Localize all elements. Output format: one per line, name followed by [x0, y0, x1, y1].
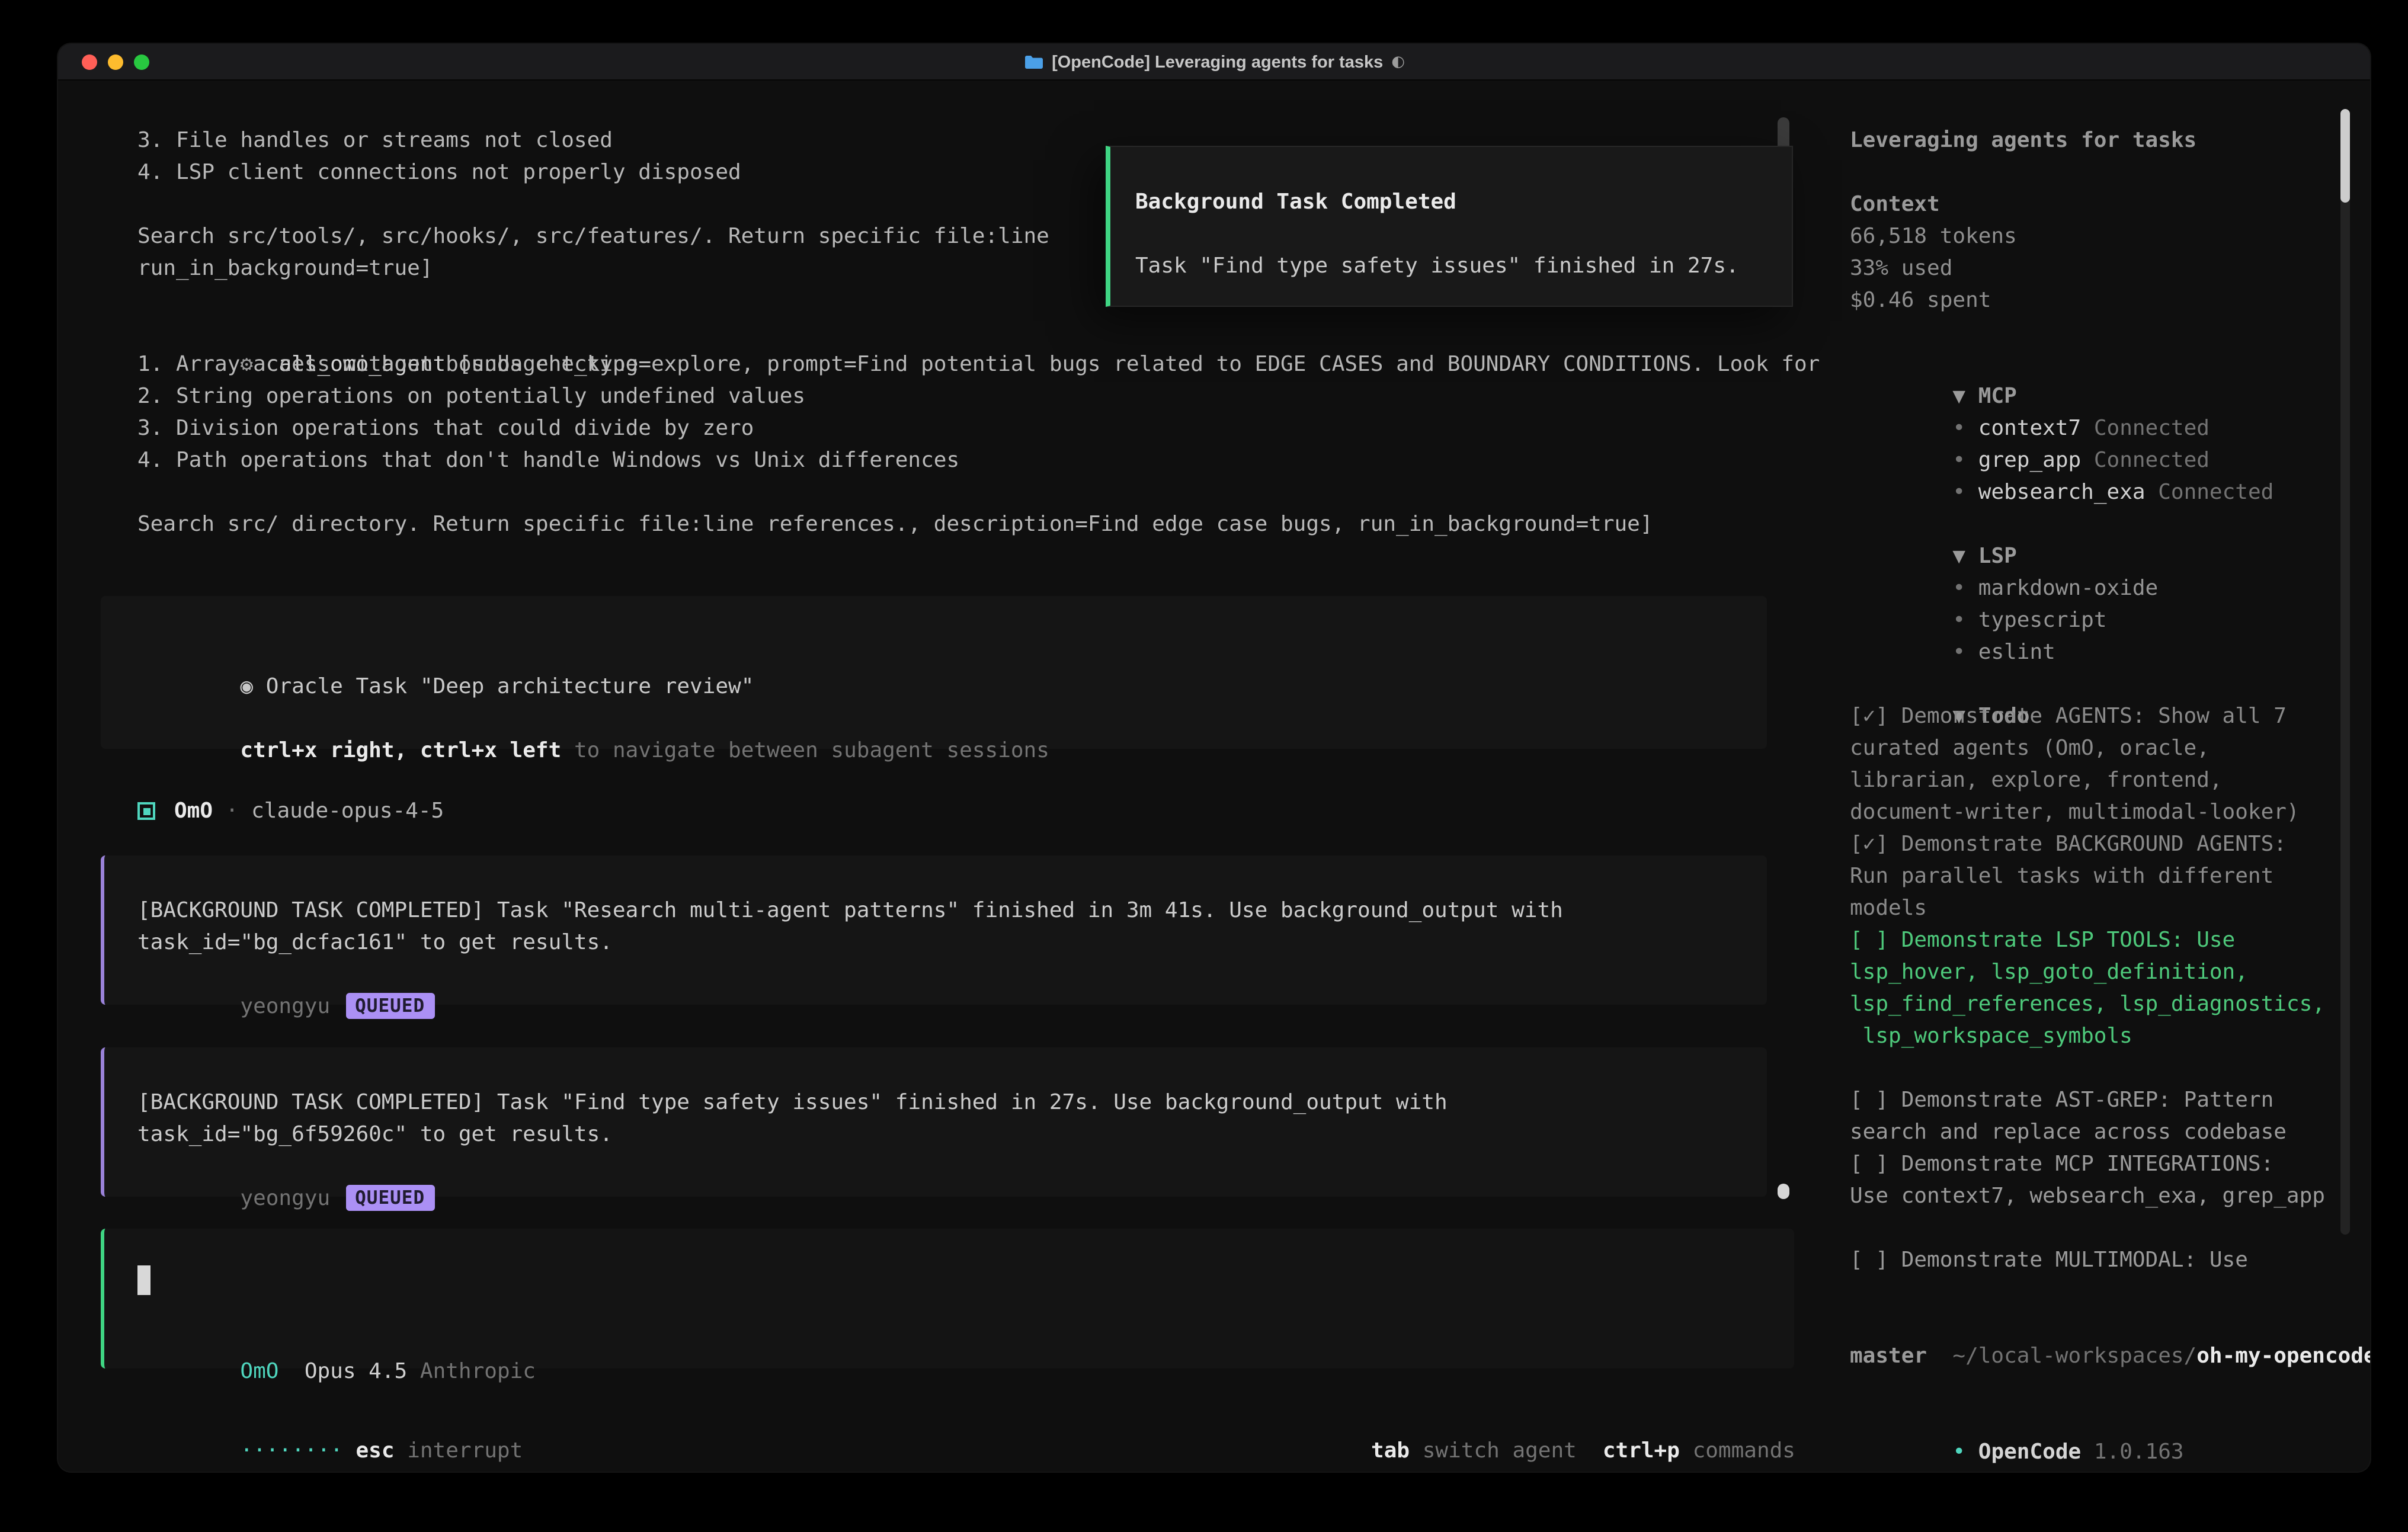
tab-key-label: switch agent — [1410, 1438, 1577, 1463]
bullet-icon: • — [1952, 415, 1965, 440]
terminal-text-block: 3. File handles or streams not closed4. … — [137, 124, 741, 188]
tool-call-block: ⚙ call_omo_agent [subagent_type=explore,… — [137, 316, 1820, 476]
sidebar-scrollbar-thumb[interactable] — [2340, 109, 2350, 203]
esc-key-label: interrupt — [395, 1438, 523, 1463]
context-stats: 66,518 tokens33% used$0.46 spent — [1850, 220, 2338, 316]
bullet-icon: • — [1952, 1439, 1965, 1464]
input-provider-name: Anthropic — [420, 1359, 536, 1384]
todo-item-done: [✓] Demonstrate BACKGROUND AGENTS:Run pa… — [1850, 828, 2338, 924]
todo-item-pending: [ ] Demonstrate MULTIMODAL: Use — [1850, 1243, 2338, 1275]
todo-item-pending: [ ] Demonstrate AST-GREP: Patternsearch … — [1850, 1084, 2338, 1148]
bullet-icon: • — [1952, 479, 1965, 504]
message-line: task_id="bg_dcfac161" to get results. — [137, 926, 1767, 958]
oracle-task-title: Oracle Task "Deep architecture review" — [266, 674, 754, 699]
esc-key-hint: esc — [343, 1438, 395, 1463]
message-line: [BACKGROUND TASK COMPLETED] Task "Find t… — [137, 1086, 1767, 1118]
context-heading: Context — [1850, 188, 2338, 220]
folder-icon — [1023, 55, 1043, 70]
notification-body: Task "Find type safety issues" finished … — [1135, 250, 1792, 282]
collapse-arrow-icon: ▼ — [1952, 543, 1965, 568]
collapse-arrow-icon: ▼ — [1952, 383, 1965, 408]
terminal-text-block: Search src/tools/, src/hooks/, src/featu… — [137, 220, 1049, 284]
queued-badge: QUEUED — [345, 1184, 434, 1210]
bullet-icon: • — [1952, 607, 1965, 632]
prompt-input[interactable]: OmO Opus 4.5 Anthropic — [100, 1229, 1794, 1368]
mcp-section-header[interactable]: ▼ MCP — [1850, 348, 2338, 380]
status-bar: ········ esc interrupt tab switch agentc… — [137, 1403, 1795, 1435]
notification-title: Background Task Completed — [1135, 186, 1792, 218]
oracle-hint-keys: ctrl+x right, ctrl+x left — [240, 738, 561, 763]
titlebar[interactable]: [OpenCode] Leveraging agents for tasks ◐ — [58, 44, 2370, 81]
main-scrollbar-thumb[interactable] — [1778, 1184, 1789, 1199]
separator-dot-icon: · — [226, 795, 239, 827]
session-progress-icon: ◐ — [1391, 53, 1405, 71]
message-author: yeongyu — [240, 1185, 330, 1210]
message-card: [BACKGROUND TASK COMPLETED] Task "Find t… — [100, 1047, 1767, 1197]
message-line: [BACKGROUND TASK COMPLETED] Task "Resear… — [137, 894, 1767, 926]
input-model-name: Opus 4.5 — [305, 1359, 407, 1384]
sidebar-scrollbar-track[interactable] — [2340, 109, 2350, 1235]
window-title-text: [OpenCode] Leveraging agents for tasks — [1052, 53, 1383, 72]
todo-item-done: [✓] Demonstrate AGENTS: Show all 7curate… — [1850, 700, 2338, 828]
message-author: yeongyu — [240, 993, 330, 1018]
commands-key-hint: ctrl+p — [1603, 1438, 1680, 1463]
bullet-icon: • — [1952, 447, 1965, 472]
agent-model: claude-opus-4-5 — [251, 795, 444, 827]
message-line: task_id="bg_6f59260c" to get results. — [137, 1118, 1767, 1150]
terminal-text-line: Search src/ directory. Return specific f… — [137, 508, 1653, 540]
tool-call-args: [subagent_type=explore, prompt=Find pote… — [446, 352, 1820, 377]
todo-item-pending: [ ] Demonstrate MCP INTEGRATIONS:Use con… — [1850, 1148, 2338, 1212]
agent-checkbox-icon — [137, 802, 155, 820]
window-title: [OpenCode] Leveraging agents for tasks ◐ — [58, 44, 2370, 81]
terminal-window: [OpenCode] Leveraging agents for tasks ◐… — [58, 44, 2370, 1472]
queued-badge: QUEUED — [345, 992, 434, 1018]
todo-item-active: [ ] Demonstrate LSP TOOLS: Uselsp_hover,… — [1850, 924, 2338, 1052]
workspace-path: ~/local-workspaces/oh-my-opencode: — [1850, 1307, 2338, 1339]
opencode-version: • OpenCode 1.0.163 — [1850, 1403, 2338, 1435]
bullet-icon: • — [1952, 575, 1965, 600]
bullet-icon: • — [1952, 639, 1965, 664]
tab-key-hint: tab — [1371, 1438, 1410, 1463]
agent-name: OmO — [174, 795, 213, 827]
mcp-status: Connected — [2081, 415, 2210, 440]
screen: [OpenCode] Leveraging agents for tasks ◐… — [0, 0, 2408, 1532]
oracle-hint-text: to navigate between subagent sessions — [561, 738, 1049, 763]
agent-header: OmO · claude-opus-4-5 — [137, 795, 444, 827]
commands-key-label: commands — [1680, 1438, 1795, 1463]
spinner-dots-icon: ········ — [240, 1438, 342, 1463]
sidebar: Leveraging agents for tasks Context 66,5… — [1850, 83, 2338, 1435]
oracle-task-panel: ◉ Oracle Task "Deep architecture review"… — [100, 596, 1767, 749]
target-icon: ◉ — [240, 674, 253, 699]
input-cursor — [137, 1265, 150, 1295]
input-model-info: OmO Opus 4.5 Anthropic — [137, 1323, 536, 1355]
session-title: Leveraging agents for tasks — [1850, 124, 2338, 156]
message-card: [BACKGROUND TASK COMPLETED] Task "Resear… — [100, 855, 1767, 1005]
background-task-notification: Background Task Completed Task "Find typ… — [1106, 146, 1793, 307]
mcp-status: Connected — [2146, 479, 2274, 504]
mcp-status: Connected — [2081, 447, 2210, 472]
input-agent-name: OmO — [240, 1359, 278, 1384]
